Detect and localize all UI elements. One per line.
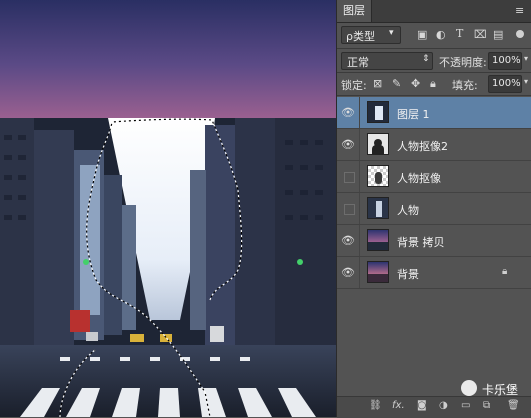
watermark-text: 卡乐堡 xyxy=(482,383,519,397)
adjustment-icon[interactable]: ◑ xyxy=(439,400,448,411)
opacity-dropdown-icon[interactable]: ▾ xyxy=(524,54,528,63)
layer-row[interactable]: 👁︎ 人物抠像2 xyxy=(337,129,531,161)
link-icon[interactable]: ⛓ xyxy=(369,400,382,411)
layer-thumbnail xyxy=(367,229,389,251)
filter-type-icon[interactable]: T xyxy=(456,27,463,40)
visibility-off-box[interactable] xyxy=(344,172,355,183)
eye-icon[interactable]: 👁︎ xyxy=(341,266,355,280)
eye-icon[interactable]: 👁︎ xyxy=(341,234,355,248)
filter-toggle[interactable] xyxy=(516,30,524,38)
layer-row[interactable]: 人物 xyxy=(337,193,531,225)
layer-name[interactable]: 人物抠像 xyxy=(397,170,441,186)
fill-dropdown-icon[interactable]: ▾ xyxy=(524,77,528,86)
visibility-off-box[interactable] xyxy=(344,204,355,215)
layer-name[interactable]: 背景 拷贝 xyxy=(397,234,445,250)
fill-label: 填充: xyxy=(452,79,478,92)
document-canvas[interactable] xyxy=(0,0,336,417)
purple-sky xyxy=(0,0,336,118)
opacity-value: 100% xyxy=(492,55,521,66)
group-folder-icon[interactable]: ▭ xyxy=(461,400,470,411)
layer-row[interactable]: 人物抠像 xyxy=(337,161,531,193)
layer-row[interactable]: 👁︎ 图层 1 xyxy=(337,97,531,129)
opacity-field[interactable]: 100% xyxy=(488,52,522,70)
layer-name[interactable]: 背景 xyxy=(397,266,419,282)
trash-icon[interactable]: 🗑︎ xyxy=(507,400,520,411)
panel-footer: ⛓ fx. ◙ ◑ ▭ ⧉ 🗑︎ xyxy=(337,396,531,418)
fill-field[interactable]: 100% xyxy=(488,75,522,93)
filter-shape-icon[interactable]: ⌧ xyxy=(474,28,487,41)
lock-transparent-pixels-icon[interactable]: ⊠ xyxy=(373,77,382,90)
mask-icon[interactable]: ◙ xyxy=(417,400,427,411)
panel-menu-icon[interactable]: ≡ xyxy=(515,4,524,17)
filter-row: ρ类型 ▾ ▣ ◐ T ⌧ ▤ xyxy=(337,24,531,48)
layer-thumbnail xyxy=(367,101,389,123)
layer-name[interactable]: 人物抠像2 xyxy=(397,138,448,154)
tab-layers[interactable]: 图层 xyxy=(337,0,372,22)
eye-icon[interactable]: 👁︎ xyxy=(341,138,355,152)
filter-smart-object-icon[interactable]: ▤ xyxy=(493,28,503,41)
blend-mode-dropdown[interactable]: 正常 ⇕ xyxy=(341,52,433,70)
layer-row[interactable]: 👁︎ 背景 拷贝 xyxy=(337,225,531,257)
lock-all-icon[interactable]: 🔒︎ xyxy=(430,77,436,91)
fill-value: 100% xyxy=(492,78,521,89)
layer-thumbnail xyxy=(367,165,389,187)
blend-row: 正常 ⇕ 不透明度: 100% ▾ xyxy=(337,50,531,72)
city-street-photo xyxy=(0,0,336,417)
layer-list: 👁︎ 图层 1 👁︎ 人物抠像2 人物抠像 人物 👁︎ 背景 拷贝 👁︎ 背景 … xyxy=(337,97,531,292)
layer-thumbnail xyxy=(367,261,389,283)
lock-image-pixels-icon[interactable]: ✎ xyxy=(392,77,401,90)
opacity-label: 不透明度: xyxy=(439,56,487,69)
lock-icon: 🔒︎ xyxy=(502,266,508,277)
fx-icon[interactable]: fx. xyxy=(392,400,405,411)
lock-position-icon[interactable]: ✥ xyxy=(411,77,420,90)
layer-thumbnail xyxy=(367,197,389,219)
filter-kind-dropdown[interactable]: ρ类型 ▾ xyxy=(341,26,401,44)
filter-pixel-icon[interactable]: ▣ xyxy=(417,28,427,41)
new-layer-icon[interactable]: ⧉ xyxy=(483,400,490,411)
blend-mode-value: 正常 xyxy=(347,56,369,69)
layers-panel: 图层 ≡ ρ类型 ▾ ▣ ◐ T ⌧ ▤ 正常 ⇕ 不透明度: 100% ▾ 锁… xyxy=(336,0,531,418)
layer-thumbnail xyxy=(367,133,389,155)
filter-adjustment-icon[interactable]: ◐ xyxy=(436,28,446,41)
layer-name[interactable]: 图层 1 xyxy=(397,106,430,122)
panel-tab-bar: 图层 ≡ xyxy=(337,0,531,23)
layer-name[interactable]: 人物 xyxy=(397,202,419,218)
eye-icon[interactable]: 👁︎ xyxy=(341,106,355,120)
lock-row: 锁定: ⊠ ✎ ✥ 🔒︎ 填充: 100% ▾ xyxy=(337,73,531,95)
filter-kind-label: ρ类型 xyxy=(346,30,375,43)
lock-label: 锁定: xyxy=(341,79,367,92)
layer-row[interactable]: 👁︎ 背景 🔒︎ xyxy=(337,257,531,289)
watermark-logo-icon xyxy=(461,380,477,396)
chevron-down-icon: ▾ xyxy=(389,28,394,38)
blend-chevron-icon: ⇕ xyxy=(422,54,430,64)
